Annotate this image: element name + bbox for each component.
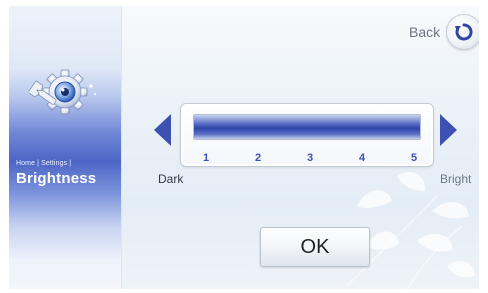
brightness-screen: Home | Settings | Brightness Back 1 2 3 …: [9, 6, 479, 289]
brightness-track[interactable]: [193, 114, 421, 140]
tick-label-1: 1: [203, 152, 210, 164]
main-content: Back 1 2 3 4 5 Dark Bright OK: [122, 6, 479, 289]
settings-gear-icon: [27, 64, 101, 124]
sidebar: Home | Settings | Brightness: [9, 6, 122, 289]
brightness-slider[interactable]: 1 2 3 4 5: [180, 103, 434, 167]
brightness-level-fill: [194, 115, 420, 139]
tick-label-2: 2: [255, 152, 262, 164]
tick-label-3: 3: [307, 152, 314, 164]
dark-label: Dark: [158, 172, 184, 186]
ok-button[interactable]: OK: [260, 227, 370, 267]
back-button[interactable]: [446, 14, 479, 50]
tick-label-4: 4: [359, 152, 366, 164]
increase-brightness-button[interactable]: [440, 114, 457, 146]
page-title: Brightness: [16, 170, 97, 187]
tick-label-5: 5: [411, 152, 418, 164]
decrease-brightness-button[interactable]: [154, 114, 171, 146]
bright-label: Bright: [440, 172, 472, 186]
breadcrumb: Home | Settings |: [16, 160, 72, 167]
back-arrow-icon: [455, 23, 473, 41]
back-label[interactable]: Back: [409, 24, 440, 40]
